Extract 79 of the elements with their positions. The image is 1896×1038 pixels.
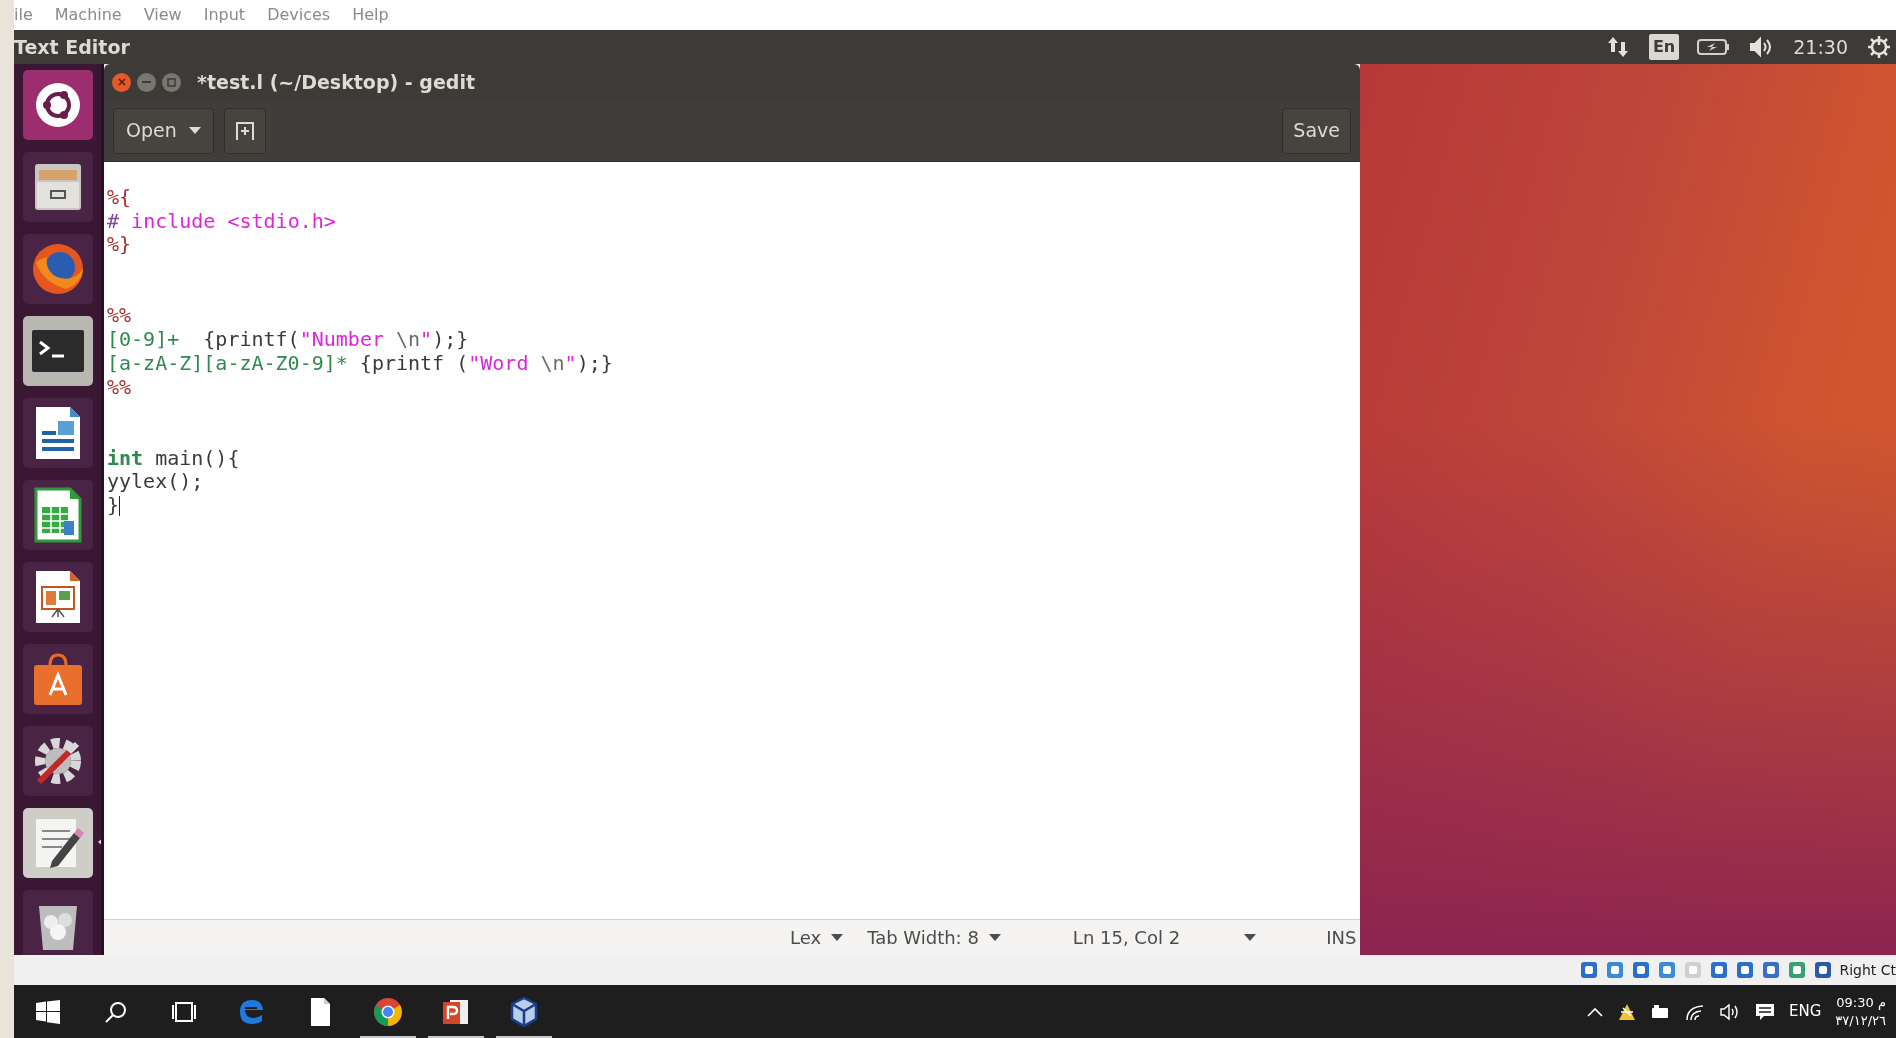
code-line: %% (107, 375, 132, 400)
code-editor[interactable]: %{ # include <stdio.h> %} %% [0-9]+ {printf("Number \n");} [a-zA-Z][a-zA-Z0-9]* {printf ("Word \n");} %% int main(){ yylex(); } (104, 162, 1360, 919)
app-title: Text Editor (14, 34, 130, 60)
save-button[interactable]: Save (1282, 107, 1351, 154)
menu-item[interactable]: Devices (267, 3, 331, 27)
running-indicator (496, 1036, 552, 1038)
cube-icon (508, 995, 540, 1028)
running-indicator (428, 1036, 484, 1038)
insert-mode-indicator: INS (1326, 926, 1357, 950)
firefox-launcher-button[interactable] (22, 234, 93, 304)
notification-icon[interactable] (1755, 1001, 1775, 1022)
writer-launcher-button[interactable] (22, 398, 93, 468)
language-dropdown[interactable]: Lex (790, 924, 844, 951)
dash-launcher-button[interactable] (22, 70, 93, 140)
code-line: yylex(); (107, 470, 204, 494)
terminal-launcher-button[interactable] (22, 316, 93, 386)
host-key-label: Right Ct (1839, 960, 1896, 980)
menu-item[interactable]: Machine (54, 3, 122, 27)
recording-icon[interactable] (1787, 960, 1808, 980)
new-tab-button[interactable] (223, 107, 266, 154)
editor-launcher-button[interactable] (22, 808, 93, 878)
network-icon[interactable] (1735, 960, 1756, 980)
menu-item[interactable]: Help (352, 3, 389, 27)
taskbar-date[interactable]: ٣٧/١٢/٢٦ (1835, 1011, 1886, 1030)
menu-item[interactable]: ile (14, 3, 33, 27)
code-line: # include <stdio.h> (107, 209, 336, 234)
code-line: [a-zA-Z][a-zA-Z0-9]* {printf ("Word \n");} (107, 351, 613, 376)
code-line: int main(){ (107, 446, 240, 471)
caret-icon (1244, 933, 1257, 942)
presentation-icon (33, 569, 82, 625)
code-line: %% (107, 304, 132, 329)
clock[interactable]: 21:30 (1793, 32, 1848, 62)
software-launcher-button[interactable] (22, 644, 93, 714)
new-tab-icon (234, 120, 255, 141)
window-title: *test.l (~/Desktop) - gedit (197, 69, 475, 95)
usb-icon[interactable] (1761, 960, 1782, 980)
maximize-button[interactable] (162, 72, 181, 92)
task-view-icon (170, 1000, 198, 1023)
minimize-icon (142, 81, 151, 83)
caret-icon (831, 933, 844, 942)
trash-launcher-button[interactable] (22, 890, 93, 955)
network-arrows-icon[interactable] (1606, 35, 1631, 59)
caret-icon (988, 933, 1001, 942)
tab-width-dropdown[interactable]: Tab Width: 8 (867, 924, 1001, 951)
terminal-icon (29, 328, 86, 374)
audio-icon[interactable] (1631, 960, 1652, 980)
close-icon (117, 78, 126, 86)
calc-launcher-button[interactable] (22, 480, 93, 550)
files-launcher-button[interactable] (22, 152, 93, 222)
keyboard-layout-indicator[interactable]: En (1648, 34, 1680, 60)
taskbar-time[interactable]: 09:30 م (1836, 993, 1886, 1012)
text-cursor (119, 495, 121, 516)
minimize-button[interactable] (137, 72, 156, 92)
settings-launcher-button[interactable] (22, 726, 93, 796)
speaker-icon[interactable] (1719, 1002, 1741, 1021)
chevron-up-icon[interactable] (1587, 1006, 1603, 1017)
power-gear-icon[interactable] (1866, 34, 1892, 60)
impress-launcher-button[interactable] (22, 562, 93, 632)
windows-logo-icon (36, 999, 60, 1024)
search-icon (104, 999, 128, 1024)
close-button[interactable] (112, 72, 131, 92)
display-icon[interactable] (1709, 960, 1730, 980)
battery-icon[interactable] (1651, 1004, 1671, 1019)
caret-icon (188, 126, 201, 135)
battery-icon[interactable] (1697, 38, 1732, 56)
cursor-position-dropdown[interactable]: Ln 15, Col 2 (1072, 924, 1257, 951)
spreadsheet-icon (33, 487, 82, 543)
code-line: } (107, 493, 120, 518)
open-button[interactable]: Open (113, 107, 214, 154)
code-line: [0-9]+ {printf("Number \n");} (107, 328, 469, 352)
code-line: %} (107, 233, 132, 258)
chrome-circle-icon (372, 995, 404, 1028)
document-icon (33, 405, 82, 461)
pen-icon[interactable] (1657, 960, 1678, 980)
maximize-icon (167, 77, 176, 87)
wifi-icon[interactable] (1685, 1002, 1705, 1021)
input-language[interactable]: ENG (1789, 1000, 1822, 1023)
code-line: %{ (107, 186, 132, 210)
running-indicator (360, 1036, 416, 1038)
